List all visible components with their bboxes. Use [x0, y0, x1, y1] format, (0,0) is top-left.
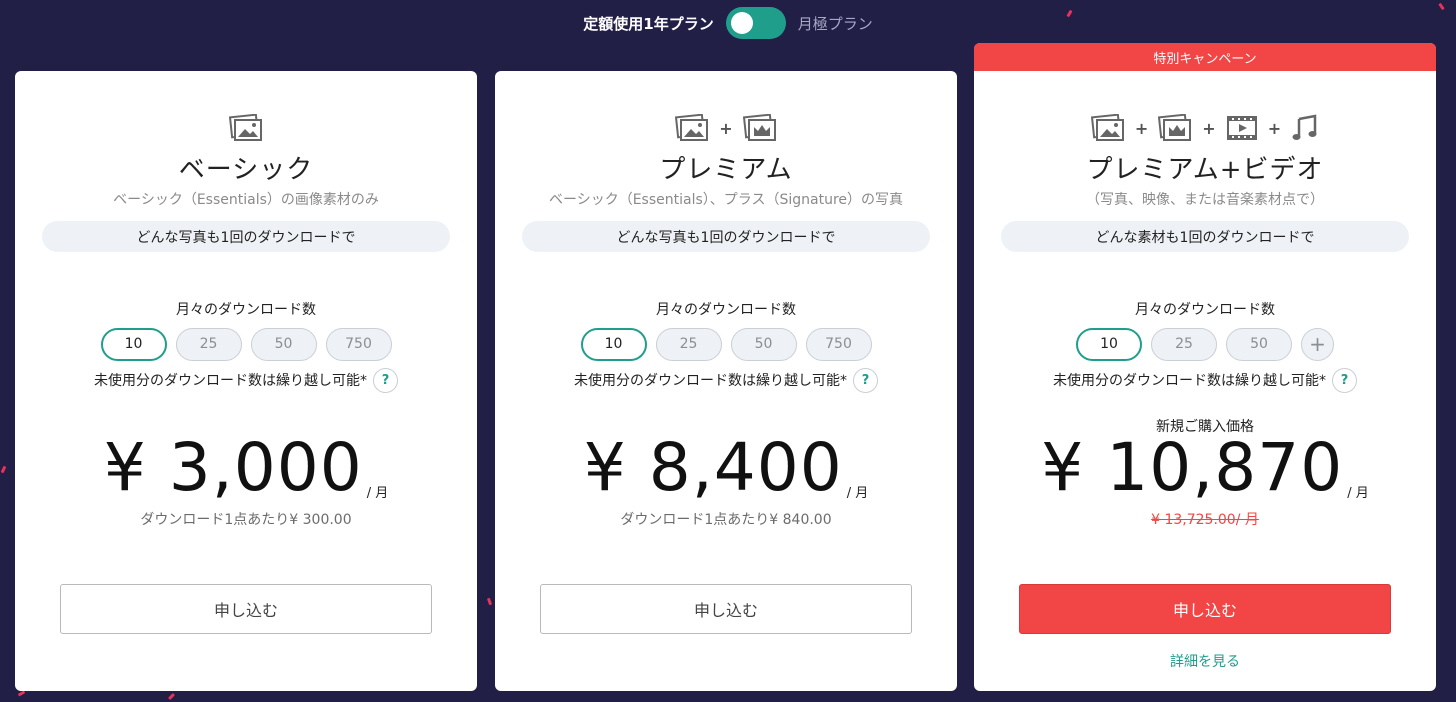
quantity-selector: 10 25 50 + [974, 327, 1436, 361]
quantity-option-10[interactable]: 10 [580, 327, 647, 361]
help-icon[interactable]: ? [853, 367, 878, 393]
quantity-selector: 10 25 50 750 [15, 327, 477, 361]
billing-toggle-row: 定額使用1年プラン 月極プラン [0, 6, 1456, 40]
quantity-option-50[interactable]: 50 [1226, 327, 1292, 361]
price-row: ¥ 8,400 / 月 [495, 433, 957, 503]
plan-icons: + + + [974, 113, 1436, 143]
rollover-text: 未使用分のダウンロード数は繰り越し可能* [574, 373, 847, 389]
quantity-option-25[interactable]: 25 [175, 327, 242, 361]
plan-icons [15, 113, 477, 143]
details-link[interactable]: 詳細を見る [974, 651, 1436, 671]
quantity-option-50[interactable]: 50 [250, 327, 317, 361]
rollover-note: 未使用分のダウンロード数は繰り越し可能* ? [495, 367, 957, 393]
confetti-decoration [167, 692, 176, 701]
plus-separator: + [1202, 118, 1216, 138]
apply-button[interactable]: 申し込む [540, 584, 912, 634]
apply-button[interactable]: 申し込む [60, 584, 432, 634]
help-icon[interactable]: ? [1332, 367, 1357, 393]
plan-note: どんな写真も1回のダウンロードで [522, 221, 930, 252]
annual-plan-label[interactable]: 定額使用1年プラン [583, 13, 713, 34]
quantity-option-10[interactable]: 10 [100, 327, 167, 361]
plan-title: ベーシック [178, 155, 314, 185]
rollover-note: 未使用分のダウンロード数は繰り越し可能* ? [974, 367, 1436, 393]
price-per-download: ダウンロード1点あたり¥ 840.00 [620, 512, 832, 528]
photo-icon [675, 114, 709, 141]
plan-icons: + [495, 113, 957, 143]
plus-separator: + [1267, 118, 1282, 138]
billing-period-toggle[interactable] [725, 7, 786, 39]
plan-subtitle: ベーシック（Essentials）の画像素材のみ [113, 192, 379, 208]
monthly-downloads-heading: 月々のダウンロード数 [656, 302, 796, 318]
confetti-decoration [0, 465, 7, 474]
monthly-downloads-heading: 月々のダウンロード数 [176, 302, 316, 318]
plan-note: どんな素材も1回のダウンロードで [1001, 221, 1409, 252]
premium-photo-icon [1158, 114, 1192, 141]
plan-card-premium-video: 特別キャンペーン + + + プレミアム+ビデオ （写真、映像、または音楽素材点… [974, 43, 1436, 691]
rollover-note: 未使用分のダウンロード数は繰り越し可能* ? [15, 367, 477, 393]
quantity-option-50[interactable]: 50 [730, 327, 797, 361]
quantity-option-25[interactable]: 25 [655, 327, 722, 361]
plan-card-premium: + プレミアム ベーシック（Essentials）、プラス（Signature）… [495, 71, 957, 691]
plan-card-basic: ベーシック ベーシック（Essentials）の画像素材のみ どんな写真も1回の… [15, 71, 477, 691]
per-month-label: / 月 [846, 486, 869, 501]
quantity-selector: 10 25 50 750 [495, 327, 957, 361]
toggle-knob [730, 12, 753, 34]
confetti-decoration [17, 690, 26, 697]
photo-icon [1090, 114, 1124, 141]
original-price: ¥ 13,725.00/ 月 [1151, 512, 1259, 528]
plan-price: ¥ 3,000 [103, 429, 363, 506]
per-month-label: / 月 [366, 486, 389, 501]
rollover-text: 未使用分のダウンロード数は繰り越し可能* [94, 373, 367, 389]
quantity-option-25[interactable]: 25 [1151, 327, 1217, 361]
per-month-label: / 月 [1347, 486, 1369, 501]
plan-title: プレミアム [659, 155, 793, 185]
plan-price: ¥ 10,870 [1041, 429, 1344, 506]
music-icon [1292, 114, 1317, 140]
plan-title: プレミアム+ビデオ [1086, 155, 1324, 185]
plan-price: ¥ 8,400 [583, 429, 843, 506]
monthly-downloads-heading: 月々のダウンロード数 [1135, 302, 1275, 318]
rollover-text: 未使用分のダウンロード数は繰り越し可能* [1053, 373, 1326, 389]
monthly-plan-label[interactable]: 月極プラン [798, 13, 873, 34]
confetti-decoration [486, 597, 493, 606]
quantity-option-750[interactable]: 750 [805, 327, 872, 361]
campaign-ribbon: 特別キャンペーン [974, 43, 1436, 71]
plan-subtitle: ベーシック（Essentials）、プラス（Signature）の写真 [548, 192, 904, 208]
more-quantities-button[interactable]: + [1301, 327, 1334, 361]
plan-note: どんな写真も1回のダウンロードで [42, 221, 450, 252]
quantity-option-10[interactable]: 10 [1076, 327, 1142, 361]
plus-separator: + [719, 118, 733, 138]
help-icon[interactable]: ? [373, 367, 398, 393]
premium-photo-icon [742, 114, 776, 141]
plan-subtitle: （写真、映像、または音楽素材点で） [1086, 192, 1324, 208]
photo-icon [229, 114, 262, 141]
quantity-option-750[interactable]: 750 [325, 327, 392, 361]
price-per-download: ダウンロード1点あたり¥ 300.00 [140, 512, 352, 528]
price-row: ¥ 3,000 / 月 [15, 433, 477, 503]
plus-separator: + [1134, 118, 1149, 138]
video-icon [1226, 116, 1257, 140]
price-row: ¥ 10,870 / 月 [974, 433, 1436, 503]
apply-button[interactable]: 申し込む [1019, 584, 1391, 634]
